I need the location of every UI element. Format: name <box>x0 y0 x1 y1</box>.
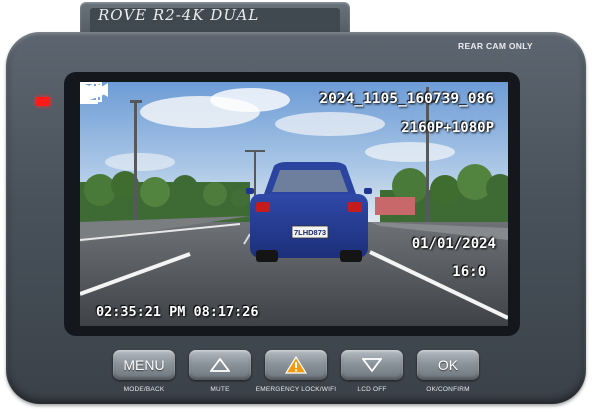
recording-led <box>36 97 50 106</box>
playback-screen[interactable]: 7LHD873 2024_1105_160739_086 2160P+1080P… <box>80 82 508 326</box>
date-display: 01/01/2024 <box>411 236 496 252</box>
ok-button[interactable]: OK <box>417 350 479 380</box>
brand-logo: ROVE R2-4K DUAL <box>98 6 260 24</box>
triangle-down-icon <box>362 358 382 372</box>
mute-button[interactable] <box>189 350 251 380</box>
road-scene: 7LHD873 <box>80 82 508 326</box>
ok-button-caption: OK/CONFIRM <box>426 386 470 393</box>
resolution-label: 2160P+1080P <box>401 120 494 136</box>
menu-button[interactable]: MENU <box>113 350 175 380</box>
menu-button-label: MENU <box>123 357 165 373</box>
lcd-off-button[interactable] <box>341 350 403 380</box>
ok-button-label: OK <box>437 357 459 373</box>
emergency-warning-icon <box>285 356 307 374</box>
timestamp-overlay: 02:35:21 PM 08:17:26 <box>96 304 259 320</box>
play-icon[interactable] <box>80 82 110 104</box>
playback-counter: 16:0 <box>452 264 486 280</box>
triangle-up-icon <box>210 358 230 372</box>
recording-filename: 2024_1105_160739_086 <box>319 91 494 107</box>
rear-cam-label: REAR CAM ONLY <box>458 41 533 51</box>
emergency-lock-button[interactable] <box>265 350 327 380</box>
license-plate-text: 7LHD873 <box>294 228 326 237</box>
